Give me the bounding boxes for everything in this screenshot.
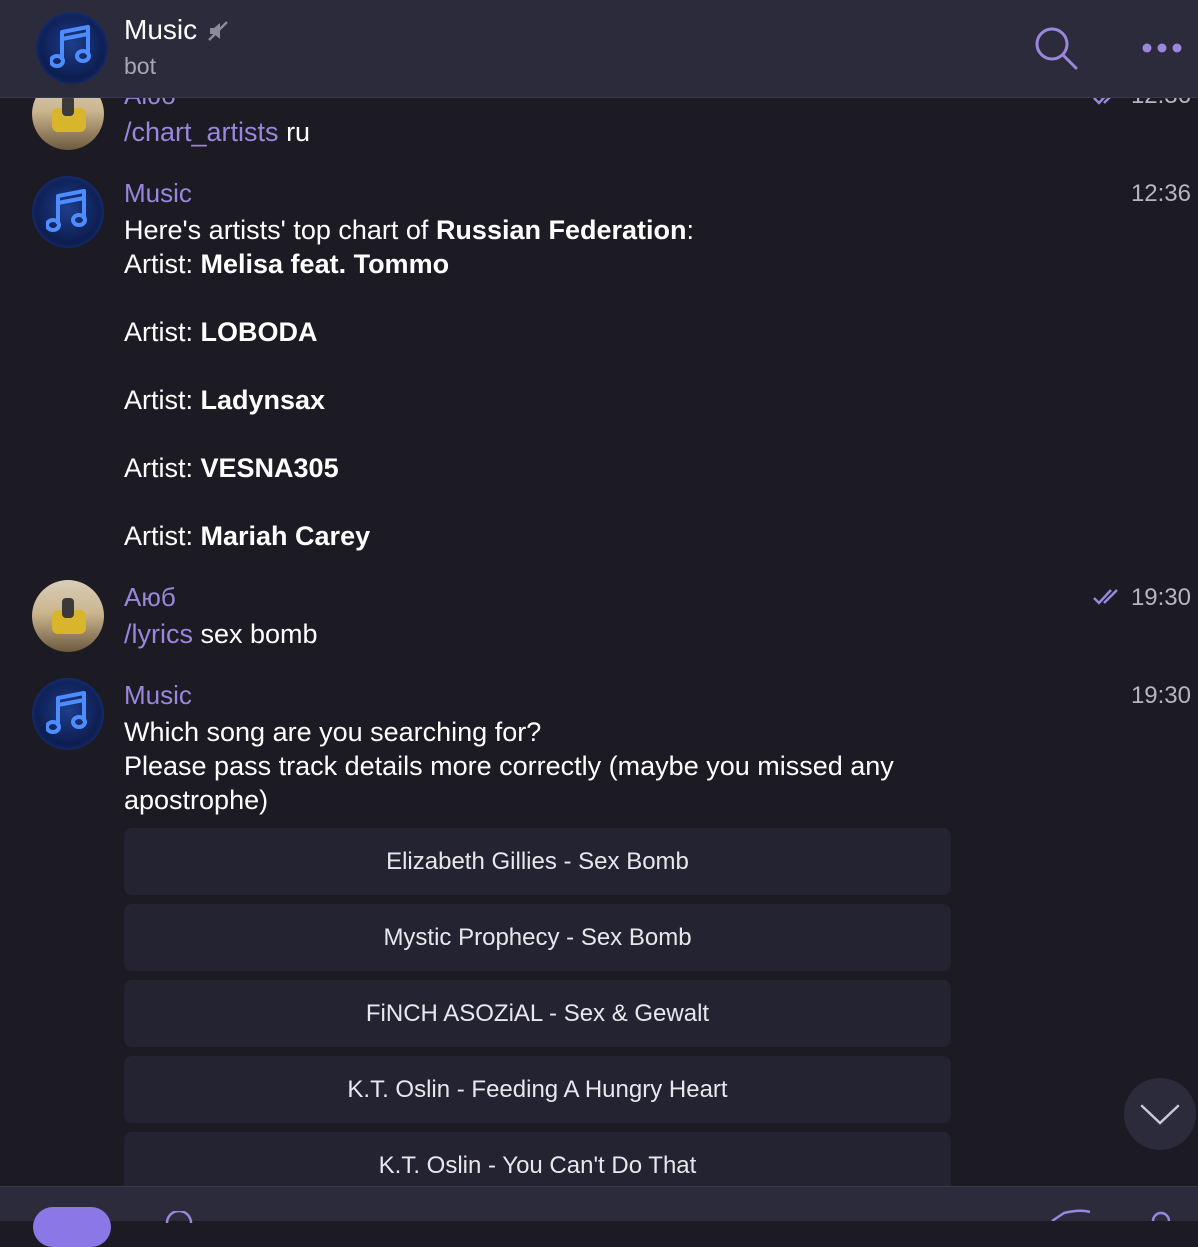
message-time: 19:30 xyxy=(1130,682,1191,709)
artist-line: Artist: Mariah Carey xyxy=(124,519,370,553)
message-text: /lyrics sex bomb xyxy=(124,617,318,651)
artist-name: Melisa feat. Tommo xyxy=(200,249,450,279)
bot-avatar[interactable] xyxy=(32,678,104,750)
sender-name[interactable]: Аюб xyxy=(124,582,176,613)
sticker-icon[interactable] xyxy=(1050,1209,1094,1221)
artist-name: LOBODA xyxy=(200,317,318,347)
bot-command-link[interactable]: /chart_artists xyxy=(124,117,279,147)
keyboard-button[interactable]: Elizabeth Gillies - Sex Bomb xyxy=(124,828,951,895)
music-note-icon xyxy=(46,189,87,232)
bot-menu-button[interactable] xyxy=(33,1207,111,1247)
sender-name[interactable]: Music xyxy=(124,178,192,209)
artist-label: Artist: xyxy=(124,385,201,415)
keyboard-button[interactable]: Mystic Prophecy - Sex Bomb xyxy=(124,904,951,971)
chevron-down-icon xyxy=(1140,1104,1180,1125)
command-argument: sex bomb xyxy=(193,619,318,649)
music-note-icon xyxy=(46,691,87,734)
artist-line: Artist: VESNA305 xyxy=(124,451,339,485)
artist-line: Artist: LOBODA xyxy=(124,315,318,349)
command-argument: ru xyxy=(278,117,311,147)
input-bar xyxy=(0,1186,1198,1247)
country-name: Russian Federation xyxy=(435,215,687,245)
keyboard-button[interactable]: K.T. Oslin - Feeding A Hungry Heart xyxy=(124,1056,951,1123)
intro-colon: : xyxy=(686,215,695,245)
artist-name: Ladynsax xyxy=(200,385,326,415)
bot-command-link[interactable]: /lyrics xyxy=(124,619,193,649)
artist-label: Artist: xyxy=(124,249,201,279)
artist-label: Artist: xyxy=(124,521,201,551)
chart-intro: Here's artists' top chart of Russian Fed… xyxy=(124,213,694,247)
chat-header: Music bot xyxy=(0,0,1198,98)
artist-label: Artist: xyxy=(124,453,201,483)
double-check-icon xyxy=(1093,589,1118,605)
message-line: Which song are you searching for? xyxy=(124,717,542,747)
message-line: Please pass track details more correctly… xyxy=(124,751,894,781)
user-avatar[interactable] xyxy=(32,580,104,652)
artist-name: Mariah Carey xyxy=(200,521,371,551)
more-icon[interactable] xyxy=(1142,42,1182,54)
artist-line: Artist: Ladynsax xyxy=(124,383,325,417)
chat-title[interactable]: Music xyxy=(124,14,197,46)
message-time: 19:30 xyxy=(1130,584,1191,611)
music-note-icon xyxy=(50,25,91,68)
bot-avatar[interactable] xyxy=(32,176,104,248)
mute-icon xyxy=(208,21,228,41)
sender-name[interactable]: Music xyxy=(124,680,192,711)
message-time: 12:36 xyxy=(1130,180,1191,207)
keyboard-button[interactable]: FiNCH ASOZiAL - Sex & Gewalt xyxy=(124,980,951,1047)
artist-name: VESNA305 xyxy=(200,453,339,483)
attach-icon[interactable] xyxy=(165,1211,195,1223)
chat-subtitle: bot xyxy=(124,53,156,79)
search-icon[interactable] xyxy=(1034,26,1078,70)
bot-avatar[interactable] xyxy=(36,12,108,84)
message-line: apostrophe) xyxy=(124,785,269,815)
intro-text: Here's artists' top chart of xyxy=(124,215,436,245)
microphone-icon[interactable] xyxy=(1150,1209,1172,1221)
artist-line: Artist: Melisa feat. Tommo xyxy=(124,247,449,281)
artist-label: Artist: xyxy=(124,317,201,347)
scroll-down-button[interactable] xyxy=(1124,1078,1196,1150)
message-text: /chart_artists ru xyxy=(124,115,310,149)
